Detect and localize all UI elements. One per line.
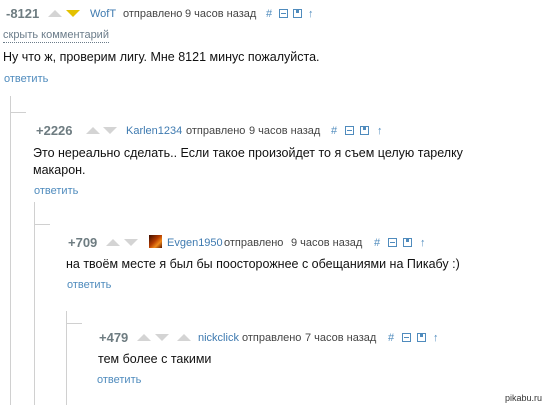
comment-2: +2226 Karlen1234 отправлено 9 часов наза…: [33, 123, 541, 203]
comment-text: на твоём месте я был бы поосторожнее с о…: [66, 257, 460, 271]
save-icon[interactable]: [417, 333, 426, 342]
timestamp: 9 часов назад: [185, 8, 257, 20]
user-avatar: [149, 235, 162, 248]
collapse-icon[interactable]: [279, 9, 288, 18]
rating: +709: [68, 235, 98, 250]
nesting-line: [10, 112, 26, 113]
vote-down-arrow-icon[interactable]: [155, 334, 169, 341]
rating: -8121: [6, 6, 40, 21]
comment-text-line: Это нереально сделать.. Если такое произ…: [33, 146, 463, 160]
sent-label: отправлено: [242, 332, 302, 344]
save-icon[interactable]: [403, 238, 412, 247]
sent-label: отправлено: [186, 125, 246, 137]
vote-down-arrow-icon[interactable]: [124, 239, 138, 246]
username[interactable]: Karlen1234: [126, 125, 182, 137]
comment-thread: -8121 WofT отправлено 9 часов назад # ↑ …: [0, 0, 548, 405]
save-icon[interactable]: [293, 9, 302, 18]
comment-1: -8121 WofT отправлено 9 часов назад # ↑ …: [3, 6, 546, 96]
reply-link[interactable]: ответить: [97, 374, 141, 386]
comment-text: тем более с такими: [98, 352, 212, 366]
vote-up-arrow-icon[interactable]: [106, 239, 120, 246]
vote-up-arrow-icon[interactable]: [86, 127, 100, 134]
comment-text: Ну что ж, проверим лигу. Мне 8121 минус …: [3, 50, 320, 64]
vote-up-arrow-icon[interactable]: [48, 10, 62, 17]
sent-label: отправлено: [224, 237, 284, 249]
parent-arrow-icon[interactable]: ↑: [308, 8, 314, 20]
username[interactable]: WofT: [90, 8, 116, 20]
save-icon[interactable]: [360, 126, 369, 135]
vote-up-arrow-icon[interactable]: [137, 334, 151, 341]
nesting-line: [66, 311, 67, 405]
username[interactable]: nickclick: [198, 332, 239, 344]
reply-link[interactable]: ответить: [4, 73, 48, 85]
collapse-icon[interactable]: [345, 126, 354, 135]
parent-arrow-icon[interactable]: ↑: [377, 125, 383, 137]
hash-link-icon[interactable]: #: [331, 125, 337, 137]
nesting-line: [34, 202, 35, 405]
timestamp: 9 часов назад: [249, 125, 321, 137]
collapse-icon[interactable]: [402, 333, 411, 342]
parent-arrow-icon[interactable]: ↑: [433, 332, 439, 344]
hash-link-icon[interactable]: #: [266, 8, 272, 20]
timestamp: 9 часов назад: [291, 237, 363, 249]
timestamp: 7 часов назад: [305, 332, 377, 344]
nesting-line: [66, 323, 82, 324]
site-watermark: pikabu.ru: [504, 393, 542, 403]
sent-label: отправлено: [123, 8, 183, 20]
comment-text-line: макарон.: [33, 163, 86, 177]
parent-arrow-icon[interactable]: ↑: [420, 237, 426, 249]
username[interactable]: Evgen1950: [167, 237, 223, 249]
vote-down-arrow-icon[interactable]: [66, 10, 80, 17]
rating: +2226: [36, 123, 73, 138]
comment-text: Это нереально сделать.. Если такое произ…: [33, 145, 538, 179]
hide-comment-link[interactable]: скрыть комментарий: [3, 29, 109, 43]
nesting-line: [34, 224, 50, 225]
collapse-icon[interactable]: [388, 238, 397, 247]
comment-3: +709 Evgen1950 отправлено 9 часов назад …: [66, 235, 538, 305]
reply-link[interactable]: ответить: [34, 185, 78, 197]
nesting-line: [10, 96, 11, 405]
vote-down-arrow-icon[interactable]: [103, 127, 117, 134]
comment-4: +479 nickclick отправлено 7 часов назад …: [97, 330, 539, 390]
rating: +479: [99, 330, 129, 345]
hash-link-icon[interactable]: #: [374, 237, 380, 249]
hash-link-icon[interactable]: #: [388, 332, 394, 344]
reply-link[interactable]: ответить: [67, 279, 111, 291]
vote-up-arrow-icon[interactable]: [177, 334, 191, 341]
